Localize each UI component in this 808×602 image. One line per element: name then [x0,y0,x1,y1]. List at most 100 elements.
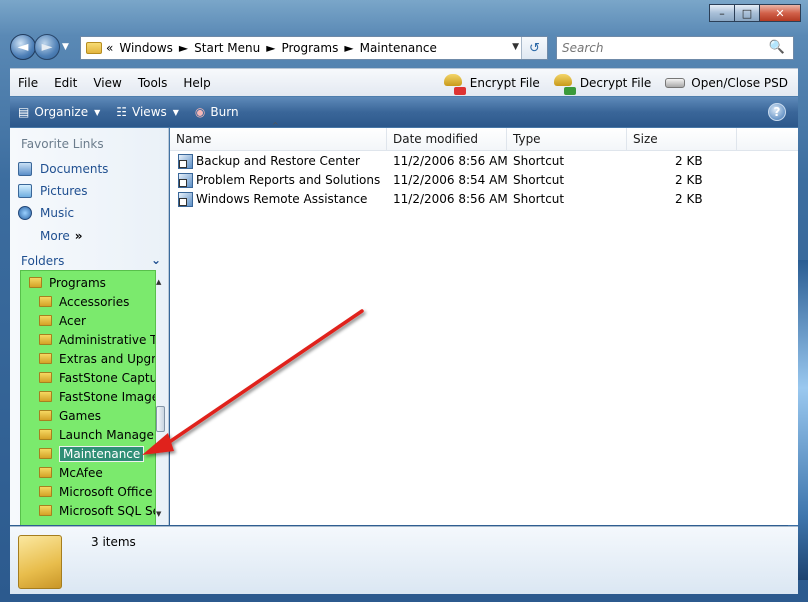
burn-button[interactable]: ◉ Burn [187,105,247,119]
documents-icon [18,162,32,176]
pictures-label: Pictures [40,184,88,198]
tree-item-administrative-tools[interactable]: Administrative Tools [39,330,155,349]
menu-bar: File Edit View Tools Help Encrypt File D… [10,68,798,96]
encrypt-file-button[interactable]: Encrypt File [443,74,540,95]
menu-edit[interactable]: Edit [46,76,85,90]
tree-item-microsoft-office[interactable]: Microsoft Office [39,482,155,501]
views-button[interactable]: ☷ Views ▼ [108,105,187,119]
more-label: More [40,229,70,243]
chevron-down-icon: ⌄ [150,253,161,267]
breadcrumb-programs[interactable]: Programs [281,41,338,55]
column-type[interactable]: Type [507,128,627,151]
file-size: 2 KB [675,192,703,206]
menu-tools[interactable]: Tools [130,76,176,90]
folder-icon [39,334,52,345]
more-links-button[interactable]: More » [40,229,83,243]
explorer-window: – □ ✕ ◄ ► ▼ « Windows ► Start Menu ► Pro… [0,0,808,602]
organize-button[interactable]: ▤ Organize ▼ [10,105,108,119]
column-header-row: ^ Name Date modified Type Size [170,121,798,151]
tree-item-extras-and-upgrades[interactable]: Extras and Upgrades [39,349,155,368]
favorite-link-documents[interactable]: Documents [18,162,108,176]
drive-icon [665,74,687,92]
scroll-down-icon[interactable]: ▼ [156,510,161,518]
open-close-psd-label: Open/Close PSD [691,76,788,90]
file-row[interactable]: Backup and Restore Center 11/2/2006 8:56… [170,152,798,171]
tree-item-acer[interactable]: Acer [39,311,155,330]
file-date: 11/2/2006 8:56 AM [393,154,508,168]
burn-label: Burn [210,105,239,119]
column-size[interactable]: Size [627,128,737,151]
large-folder-icon [18,535,62,589]
tree-item-accessories[interactable]: Accessories [39,292,155,311]
file-date: 11/2/2006 8:54 AM [393,173,508,187]
address-dropdown-icon[interactable]: ▼ [512,42,519,52]
folder-icon [39,448,52,459]
organize-icon: ▤ [18,105,30,119]
file-row[interactable]: Problem Reports and Solutions 11/2/2006 … [170,171,798,190]
favorite-link-pictures[interactable]: Pictures [18,184,88,198]
forward-button[interactable]: ► [34,34,60,60]
tree-item-maintenance[interactable]: Maintenance [39,444,155,463]
tree-item-mcafee[interactable]: McAfee [39,463,155,482]
breadcrumb-maintenance[interactable]: Maintenance [360,41,437,55]
menu-file[interactable]: File [10,76,46,90]
pictures-icon [18,184,32,198]
tree-item-launch-manager[interactable]: Launch Manager [39,425,155,444]
documents-label: Documents [40,162,109,176]
views-icon: ☷ [116,105,128,119]
breadcrumb-separator-icon[interactable]: ► [179,41,188,55]
command-bar: ▤ Organize ▼ ☷ Views ▼ ◉ Burn ? [10,97,798,127]
folder-icon [39,467,52,478]
favorite-link-music[interactable]: Music [18,206,74,220]
address-overflow[interactable]: « [106,41,113,55]
menu-help[interactable]: Help [175,76,218,90]
search-input[interactable] [557,41,757,55]
back-button[interactable]: ◄ [10,34,36,60]
column-date-modified[interactable]: Date modified [387,128,507,151]
folder-icon [39,372,52,383]
folder-icon [39,315,52,326]
help-button[interactable]: ? [768,103,786,121]
folder-icon [39,486,52,497]
breadcrumb-separator-icon[interactable]: ► [266,41,275,55]
tree-item-microsoft-sql-server[interactable]: Microsoft SQL Server [39,501,155,520]
minimize-button[interactable]: – [709,4,735,22]
search-icon[interactable]: 🔍 [769,40,785,55]
breadcrumb-windows[interactable]: Windows [119,41,173,55]
breadcrumb-separator-icon[interactable]: ► [344,41,353,55]
file-size: 2 KB [675,154,703,168]
folders-title: Folders [21,254,65,268]
back-arrow-icon: ◄ [17,39,29,55]
tree-item-games[interactable]: Games [39,406,155,425]
file-row[interactable]: Windows Remote Assistance 11/2/2006 8:56… [170,190,798,209]
address-bar[interactable]: « Windows ► Start Menu ► Programs ► Main… [80,36,548,60]
folder-icon [39,410,52,421]
favorite-links-title: Favorite Links [21,137,104,151]
open-close-psd-button[interactable]: Open/Close PSD [665,74,788,92]
shortcut-icon [178,173,193,188]
menu-view[interactable]: View [85,76,129,90]
scroll-up-icon[interactable]: ▲ [156,278,161,286]
recent-pages-dropdown[interactable]: ▼ [62,42,69,52]
music-icon [18,206,32,220]
navigation-buttons: ◄ ► ▼ [10,34,69,60]
decrypt-key-icon [553,74,576,95]
file-name: Windows Remote Assistance [196,192,368,206]
tree-item-faststone-image-viewer[interactable]: FastStone Image Viewer [39,387,155,406]
folder-icon [39,296,52,307]
burn-disc-icon: ◉ [194,105,206,119]
maximize-button[interactable]: □ [734,4,760,22]
tree-scrollbar[interactable]: ▲ ▼ [156,278,166,518]
tree-item-programs[interactable]: Programs [29,273,106,292]
scroll-thumb[interactable] [156,406,165,432]
file-type: Shortcut [513,192,565,206]
breadcrumb-start-menu[interactable]: Start Menu [194,41,260,55]
shortcut-icon [178,154,193,169]
close-button[interactable]: ✕ [759,4,801,22]
refresh-button[interactable]: ↺ [521,37,547,59]
folders-header[interactable]: Folders ⌄ [21,253,161,268]
column-name[interactable]: Name [170,128,387,151]
file-date: 11/2/2006 8:56 AM [393,192,508,206]
tree-item-faststone-capture[interactable]: FastStone Capture [39,368,155,387]
decrypt-file-button[interactable]: Decrypt File [553,74,651,95]
